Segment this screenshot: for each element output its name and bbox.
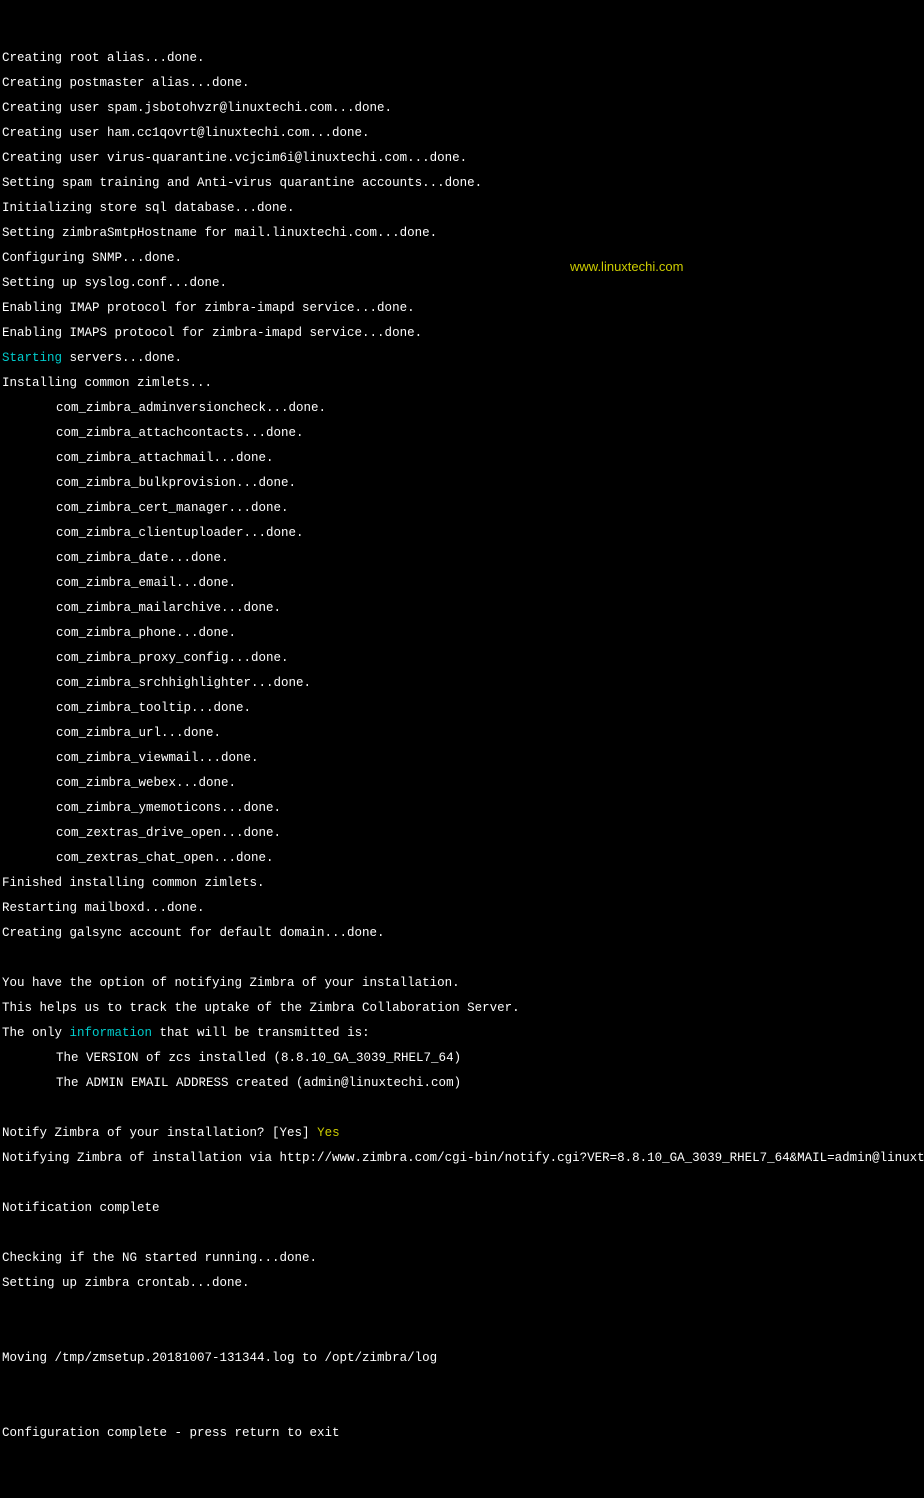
terminal-line: Starting servers...done. xyxy=(2,352,922,365)
zimlet-line: com_zimbra_tooltip...done. xyxy=(56,702,922,715)
zimlet-line: com_zimbra_webex...done. xyxy=(56,777,922,790)
empty-line xyxy=(2,1452,922,1465)
terminal-line: Restarting mailboxd...done. xyxy=(2,902,922,915)
empty-line xyxy=(2,1177,922,1190)
terminal-line: Creating user ham.cc1qovrt@linuxtechi.co… xyxy=(2,127,922,140)
terminal-line: Setting zimbraSmtpHostname for mail.linu… xyxy=(2,227,922,240)
terminal-text: Notify Zimbra of your installation? [Yes… xyxy=(2,1126,317,1140)
zimlet-line: com_zimbra_url...done. xyxy=(56,727,922,740)
terminal-line: Creating user virus-quarantine.vcjcim6i@… xyxy=(2,152,922,165)
terminal-line: Installing common zimlets... xyxy=(2,377,922,390)
empty-line xyxy=(2,1377,922,1390)
terminal-line: You have the option of notifying Zimbra … xyxy=(2,977,922,990)
zimlet-line: com_zimbra_mailarchive...done. xyxy=(56,602,922,615)
terminal-line: Checking if the NG started running...don… xyxy=(2,1252,922,1265)
starting-keyword: Starting xyxy=(2,351,62,365)
zimlet-line: com_zextras_chat_open...done. xyxy=(56,852,922,865)
zimlet-line: com_zimbra_adminversioncheck...done. xyxy=(56,402,922,415)
zimlet-line: com_zimbra_viewmail...done. xyxy=(56,752,922,765)
zimlet-line: com_zimbra_clientuploader...done. xyxy=(56,527,922,540)
zimlet-line: com_zextras_drive_open...done. xyxy=(56,827,922,840)
empty-line xyxy=(2,952,922,965)
terminal-line: Moving /tmp/zmsetup.20181007-131344.log … xyxy=(2,1352,922,1365)
terminal-line: The ADMIN EMAIL ADDRESS created (admin@l… xyxy=(56,1077,922,1090)
zimlet-line: com_zimbra_attachmail...done. xyxy=(56,452,922,465)
terminal-line: Setting up syslog.conf...done. xyxy=(2,277,922,290)
yes-input: Yes xyxy=(317,1126,340,1140)
terminal-line: Setting up zimbra crontab...done. xyxy=(2,1277,922,1290)
zimlet-line: com_zimbra_cert_manager...done. xyxy=(56,502,922,515)
zimlet-line: com_zimbra_srchhighlighter...done. xyxy=(56,677,922,690)
terminal-line: Enabling IMAP protocol for zimbra-imapd … xyxy=(2,302,922,315)
terminal-line: The VERSION of zcs installed (8.8.10_GA_… xyxy=(56,1052,922,1065)
terminal-line: Configuring SNMP...done. xyxy=(2,252,922,265)
watermark-text: www.linuxtechi.com xyxy=(570,260,683,273)
terminal-line: Notification complete xyxy=(2,1202,922,1215)
information-keyword: information xyxy=(70,1026,153,1040)
zimlet-line: com_zimbra_attachcontacts...done. xyxy=(56,427,922,440)
zimlet-line: com_zimbra_email...done. xyxy=(56,577,922,590)
empty-line xyxy=(2,1302,922,1315)
zimlet-line: com_zimbra_proxy_config...done. xyxy=(56,652,922,665)
zimlet-line: com_zimbra_ymemoticons...done. xyxy=(56,802,922,815)
empty-line xyxy=(2,1477,922,1490)
terminal-line: Notifying Zimbra of installation via htt… xyxy=(2,1152,922,1165)
empty-line xyxy=(2,1102,922,1115)
zimlet-line: com_zimbra_bulkprovision...done. xyxy=(56,477,922,490)
terminal-line: Creating user spam.jsbotohvzr@linuxtechi… xyxy=(2,102,922,115)
terminal-line: Configuration complete - press return to… xyxy=(2,1427,922,1440)
empty-line xyxy=(2,1327,922,1340)
terminal-text: that will be transmitted is: xyxy=(152,1026,370,1040)
terminal-line: Creating galsync account for default dom… xyxy=(2,927,922,940)
terminal-line: Creating postmaster alias...done. xyxy=(2,77,922,90)
zimlet-line: com_zimbra_date...done. xyxy=(56,552,922,565)
terminal-line: Creating root alias...done. xyxy=(2,52,922,65)
empty-line xyxy=(2,1402,922,1415)
terminal-text: servers...done. xyxy=(62,351,182,365)
terminal-line: Enabling IMAPS protocol for zimbra-imapd… xyxy=(2,327,922,340)
terminal-line: Setting spam training and Anti-virus qua… xyxy=(2,177,922,190)
zimlet-line: com_zimbra_phone...done. xyxy=(56,627,922,640)
terminal-line: Finished installing common zimlets. xyxy=(2,877,922,890)
empty-line xyxy=(2,1227,922,1240)
terminal-line: The only information that will be transm… xyxy=(2,1027,922,1040)
terminal-line: This helps us to track the uptake of the… xyxy=(2,1002,922,1015)
prompt-line[interactable]: Notify Zimbra of your installation? [Yes… xyxy=(2,1127,922,1140)
terminal-text: The only xyxy=(2,1026,70,1040)
terminal-line: Initializing store sql database...done. xyxy=(2,202,922,215)
